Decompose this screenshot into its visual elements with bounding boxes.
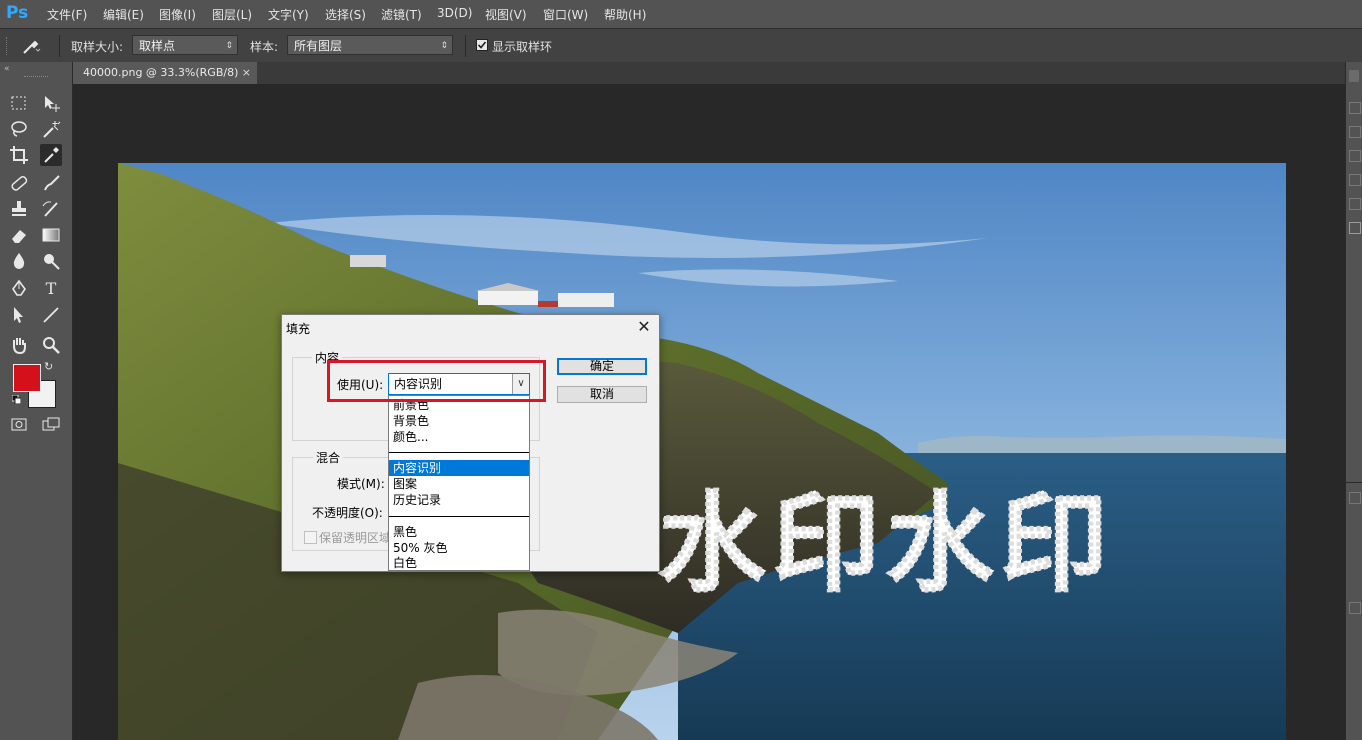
option-white[interactable]: 白色 [389,556,529,570]
gradient-icon[interactable] [40,224,62,246]
line-icon[interactable] [40,304,62,326]
fill-dialog: 填充 ✕ 内容 使用(U): 内容识别 ∨ 混合 模式(M): 不透明度(O):… [281,314,660,572]
brush-icon[interactable] [40,172,62,194]
photoshop-logo: Ps [6,3,29,23]
panel-icon[interactable] [1349,174,1361,186]
blend-group-title: 混合 [313,449,344,466]
option-separator [389,516,529,517]
menu-3d[interactable]: 3D(D) [437,6,472,20]
history-brush-icon[interactable] [40,198,62,220]
divider [465,35,466,57]
menu-window[interactable]: 窗口(W) [543,6,588,23]
close-tab-icon[interactable]: × [242,62,251,84]
sample-select[interactable]: 所有图层 ⇕ [287,35,453,55]
menu-bar: Ps 文件(F) 编辑(E) 图像(I) 图层(L) 文字(Y) 选择(S) 滤… [0,0,1362,28]
clone-stamp-icon[interactable] [8,198,30,220]
eyedropper-icon[interactable] [18,35,42,57]
move-icon[interactable] [40,92,62,114]
quick-mask-icon[interactable] [8,414,30,436]
options-bar-grip[interactable] [6,37,11,55]
menu-select[interactable]: 选择(S) [325,6,366,23]
panel-icon[interactable] [1349,198,1361,210]
option-color[interactable]: 颜色... [389,429,529,445]
option-content-aware[interactable]: 内容识别 [389,460,529,476]
panel-icon[interactable] [1349,602,1361,614]
opacity-label: 不透明度(O): [312,506,383,520]
panel-icon[interactable] [1349,126,1361,138]
option-background-color[interactable]: 背景色 [389,413,529,429]
sample-size-select[interactable]: 取样点 ⇕ [132,35,238,55]
default-colors-icon[interactable] [11,393,22,405]
menu-filter[interactable]: 滤镜(T) [381,6,422,23]
document-tab-title: 40000.png @ 33.3%(RGB/8) [83,66,239,79]
toolbox: « T ↻ [0,62,73,740]
panel-icon[interactable] [1349,70,1359,82]
option-black[interactable]: 黑色 [389,524,529,540]
type-icon[interactable]: T [40,278,62,300]
dodge-icon[interactable] [40,250,62,272]
panel-icon[interactable] [1349,102,1361,114]
watermark-text: 水印水印 [658,482,1114,607]
blur-icon[interactable] [8,250,30,272]
menu-layer[interactable]: 图层(L) [212,6,252,23]
cancel-button[interactable]: 取消 [557,386,647,403]
magic-wand-icon[interactable] [40,118,62,140]
show-ring-label: 显示取样环 [492,40,553,54]
mode-label: 模式(M): [337,477,385,491]
eraser-icon[interactable] [8,224,30,246]
divider [1346,482,1362,483]
lasso-icon[interactable] [8,118,30,140]
pen-icon[interactable] [8,278,30,300]
sample-label: 样本: [250,40,279,54]
sample-value: 所有图层 [294,39,343,53]
use-dropdown-list: 前景色 背景色 颜色... 内容识别 图案 历史记录 黑色 50% 灰色 白色 [388,395,530,571]
healing-brush-icon[interactable] [8,172,30,194]
menu-file[interactable]: 文件(F) [47,6,87,23]
show-ring-checkbox[interactable] [476,39,488,51]
menu-edit[interactable]: 编辑(E) [103,6,144,23]
menu-image[interactable]: 图像(I) [159,6,196,23]
updown-icon: ⇕ [440,41,448,51]
menu-help[interactable]: 帮助(H) [604,6,646,23]
right-panel-dock [1345,62,1362,740]
updown-icon: ⇕ [225,41,233,51]
panel-icon[interactable] [1349,222,1361,234]
divider [59,35,60,57]
rect-marquee-icon[interactable] [8,92,30,114]
option-history[interactable]: 历史记录 [389,492,529,508]
panel-icon[interactable] [1349,492,1361,504]
annotation-highlight-box [327,360,546,402]
screen-mode-icon[interactable] [40,414,62,436]
close-icon[interactable]: ✕ [634,317,654,337]
preserve-transparency-label: 保留透明区域 [319,531,392,545]
option-separator [389,452,529,453]
document-tab-bar: 40000.png @ 33.3%(RGB/8) × [73,62,1345,84]
ok-button[interactable]: 确定 [557,358,647,375]
menu-view[interactable]: 视图(V) [485,6,527,23]
document-tab[interactable]: 40000.png @ 33.3%(RGB/8) × [73,62,257,84]
foreground-color-swatch[interactable] [13,364,41,392]
toolbox-grip[interactable] [24,76,48,80]
sample-size-label: 取样大小: [71,40,124,54]
dialog-title: 填充 [286,322,311,336]
preserve-transparency-checkbox[interactable] [304,531,317,544]
collapse-icon[interactable]: « [4,64,10,74]
sample-size-value: 取样点 [139,39,176,53]
option-50-gray[interactable]: 50% 灰色 [389,540,529,556]
hand-icon[interactable] [8,334,30,356]
panel-icon[interactable] [1349,150,1361,162]
options-bar: 取样大小: 取样点 ⇕ 样本: 所有图层 ⇕ 显示取样环 [0,28,1362,64]
crop-icon[interactable] [8,144,30,166]
swap-colors-icon[interactable]: ↻ [44,360,53,373]
eyedropper-tool-active[interactable] [40,144,62,166]
path-select-icon[interactable] [8,304,30,326]
zoom-icon[interactable] [40,334,62,356]
option-pattern[interactable]: 图案 [389,476,529,492]
menu-type[interactable]: 文字(Y) [268,6,309,23]
